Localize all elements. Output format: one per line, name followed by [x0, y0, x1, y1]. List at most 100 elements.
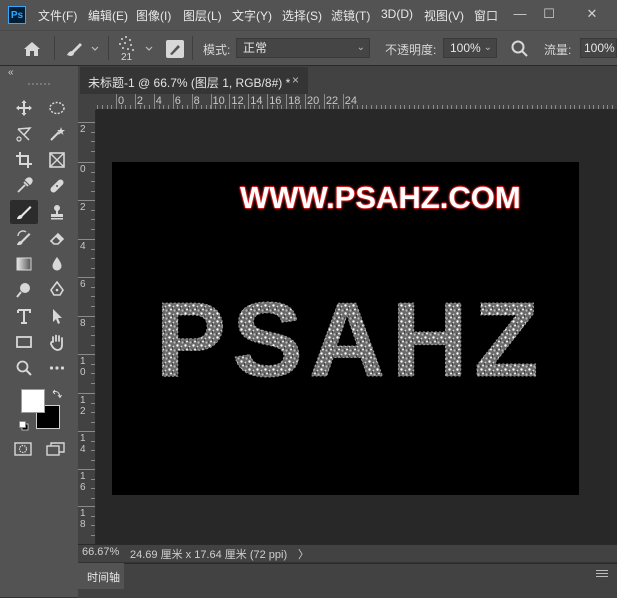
zoom-tool[interactable] — [10, 356, 38, 380]
ruler-minor-tick — [348, 105, 349, 109]
ruler-minor-tick — [532, 105, 533, 109]
lasso-tool[interactable] — [10, 122, 38, 146]
status-menu-arrow[interactable]: 〉 — [298, 546, 309, 562]
quick-mask-button[interactable] — [13, 441, 33, 457]
pressure-opacity-button[interactable] — [510, 39, 530, 59]
healing-brush-tool[interactable] — [43, 174, 71, 198]
menu-file[interactable]: 文件(F) — [38, 7, 77, 24]
blur-tool[interactable] — [43, 252, 71, 276]
ruler-minor-tick — [91, 412, 95, 413]
collapse-icon[interactable]: « — [8, 67, 14, 78]
tool-preset-picker[interactable] — [62, 38, 102, 60]
ruler-minor-tick — [262, 105, 263, 109]
ruler-minor-tick — [111, 105, 112, 109]
separator — [192, 36, 193, 60]
edit-toolbar-button[interactable] — [43, 356, 71, 380]
ruler-minor-tick — [102, 105, 103, 109]
close-tab-icon[interactable]: × — [292, 73, 299, 87]
eyedropper-tool[interactable] — [10, 174, 38, 198]
ruler-minor-tick — [442, 105, 443, 109]
gradient-tool[interactable] — [10, 252, 38, 276]
swap-colors-button[interactable] — [52, 388, 62, 399]
ruler-minor-tick — [91, 441, 95, 442]
maximize-button[interactable]: ☐ — [537, 3, 561, 25]
move-tool[interactable] — [10, 96, 38, 120]
frame-tool[interactable] — [43, 148, 71, 172]
menu-view[interactable]: 视图(V) — [424, 7, 464, 24]
opacity-field[interactable]: 100% ⌄ — [443, 38, 497, 58]
ruler-minor-tick — [437, 105, 438, 109]
home-button[interactable] — [20, 38, 44, 60]
ruler-minor-tick — [91, 460, 95, 461]
sparkle-text-layer: PSAHZ — [160, 281, 539, 391]
path-selection-tool[interactable] — [43, 304, 71, 328]
vertical-ruler[interactable]: 2 0 2 4 6 8 1 0 1 2 1 4 1 6 1 8 — [78, 110, 96, 544]
ruler-minor-tick — [91, 287, 95, 288]
ruler-minor-tick — [451, 105, 452, 109]
horizontal-ruler[interactable]: 0 2 4 6 8 10 12 14 16 18 20 22 24 — [96, 94, 617, 110]
separator — [54, 36, 55, 60]
zoom-level[interactable]: 66.67% — [82, 546, 119, 558]
ruler-minor-tick — [333, 105, 334, 109]
ruler-minor-tick — [149, 105, 150, 109]
ruler-minor-tick — [215, 105, 216, 109]
ruler-minor-tick — [125, 105, 126, 109]
ruler-minor-tick — [173, 105, 174, 109]
menu-window[interactable]: 窗口 — [474, 7, 498, 24]
menu-3d[interactable]: 3D(D) — [381, 7, 413, 21]
ruler-minor-tick — [177, 105, 178, 109]
menu-layer[interactable]: 图层(L) — [183, 7, 222, 24]
ruler-minor-tick — [201, 105, 202, 109]
ruler-label: 8 — [80, 318, 86, 329]
ruler-minor-tick — [357, 105, 358, 109]
clone-stamp-tool[interactable] — [43, 200, 71, 224]
panel-menu-icon[interactable] — [596, 570, 608, 578]
history-brush-tool[interactable] — [10, 226, 38, 250]
screen-mode-button[interactable] — [45, 441, 67, 457]
ruler-minor-tick — [91, 525, 95, 526]
menu-image[interactable]: 图像(I) — [136, 7, 171, 24]
default-colors-button[interactable] — [19, 420, 29, 431]
foreground-color-swatch[interactable] — [21, 389, 45, 413]
marquee-tool[interactable] — [43, 96, 71, 120]
hand-tool[interactable] — [43, 330, 71, 354]
ruler-minor-tick — [329, 105, 330, 109]
ruler-minor-tick — [574, 105, 575, 109]
menu-select[interactable]: 选择(S) — [282, 7, 322, 24]
rectangle-tool[interactable] — [10, 330, 38, 354]
brush-size-picker[interactable]: 21 — [114, 34, 158, 64]
ruler-minor-tick — [555, 105, 556, 109]
pen-tool[interactable] — [43, 278, 71, 302]
photoshop-logo[interactable]: Ps — [8, 6, 26, 24]
ruler-minor-tick — [182, 105, 183, 109]
ruler-minor-tick — [144, 105, 145, 109]
magic-wand-icon — [50, 127, 65, 141]
toolbox-grip[interactable] — [28, 83, 52, 85]
ruler-minor-tick — [192, 105, 193, 109]
ruler-minor-tick — [414, 105, 415, 109]
mode-select[interactable]: 正常 ⌄ — [236, 38, 370, 58]
ruler-minor-tick — [485, 105, 486, 109]
magic-wand-tool[interactable] — [43, 122, 71, 146]
brush-tool[interactable] — [10, 200, 38, 224]
minimize-button[interactable]: — — [508, 3, 532, 25]
type-tool[interactable] — [10, 304, 38, 328]
menu-edit[interactable]: 编辑(E) — [88, 7, 128, 24]
ruler-minor-tick — [206, 105, 207, 109]
ruler-minor-tick — [593, 105, 594, 109]
brush-settings-button[interactable] — [164, 38, 186, 60]
crop-tool[interactable] — [10, 148, 38, 172]
menu-filter[interactable]: 滤镜(T) — [331, 7, 370, 24]
ruler-minor-tick — [91, 191, 95, 192]
eraser-tool[interactable] — [43, 226, 71, 250]
opacity-value: 100% — [450, 41, 481, 55]
ruler-origin[interactable] — [78, 94, 96, 110]
close-window-button[interactable]: ✕ — [580, 3, 604, 25]
menu-type[interactable]: 文字(Y) — [232, 7, 272, 24]
ruler-minor-tick — [503, 105, 504, 109]
stamp-icon — [51, 205, 63, 220]
ruler-major-tick — [78, 393, 95, 394]
flow-field[interactable]: 100% — [580, 38, 617, 58]
dodge-tool[interactable] — [10, 278, 38, 302]
ruler-minor-tick — [395, 105, 396, 109]
